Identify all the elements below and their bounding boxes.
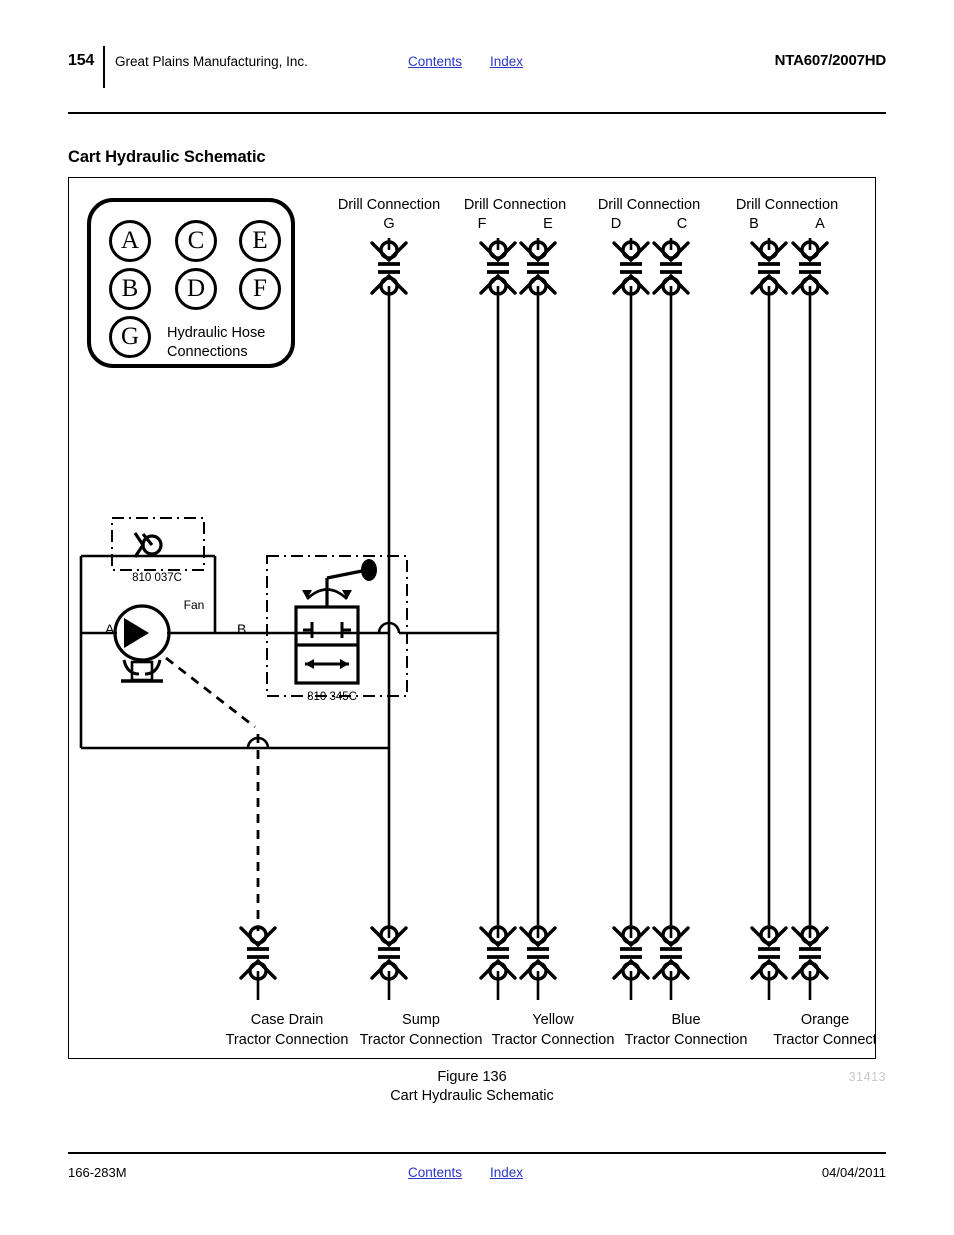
figure-title: Cart Hydraulic Schematic: [390, 1088, 554, 1104]
company-name: Great Plains Manufacturing, Inc.: [115, 54, 308, 69]
footer-date: 04/04/2011: [821, 1165, 886, 1180]
page-title: Cart Hydraulic Schematic: [68, 148, 266, 166]
footer-document-number: 166-283M: [68, 1165, 127, 1180]
figure-number: Figure 136: [437, 1069, 507, 1085]
footer-contents-link[interactable]: Contents: [408, 1165, 462, 1180]
schematic-figure-frame: A C E B D F G Hydraulic Hose Connections…: [68, 177, 876, 1059]
header-divider: [103, 46, 105, 88]
page-number: 154: [68, 52, 95, 69]
header-contents-link[interactable]: Contents: [408, 54, 462, 69]
page-header: 154 Great Plains Manufacturing, Inc. Con…: [68, 44, 886, 94]
hydraulic-schematic-drawing: [79, 238, 829, 1000]
figure-image-id: 31413: [848, 1070, 886, 1084]
footer-index-link[interactable]: Index: [490, 1165, 523, 1180]
model-designation: NTA607/2007HD: [774, 52, 887, 69]
footer-rule: [68, 1152, 886, 1154]
header-index-link[interactable]: Index: [490, 54, 523, 69]
header-rule: [68, 112, 886, 114]
figure-caption: Figure 136 Cart Hydraulic Schematic: [68, 1068, 876, 1106]
